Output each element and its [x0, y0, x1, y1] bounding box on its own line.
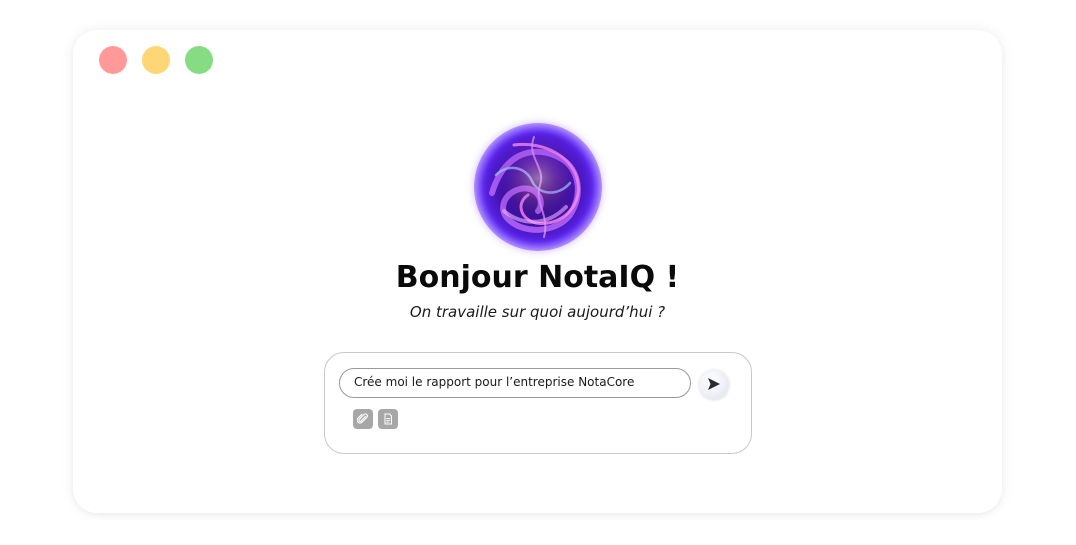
- paperclip-icon: [357, 413, 368, 424]
- page-subtitle: On travaille sur quoi aujourd’hui ?: [409, 303, 666, 321]
- minimize-window-button[interactable]: [142, 46, 170, 74]
- prompt-input[interactable]: Crée moi le rapport pour l’entreprise No…: [339, 368, 691, 398]
- send-arrow-icon: [708, 378, 720, 390]
- document-icon: [384, 413, 392, 425]
- page-title: Bonjour NotaIQ !: [395, 260, 680, 295]
- plasma-orb-icon: [474, 123, 602, 251]
- send-button[interactable]: [699, 369, 729, 399]
- attach-button[interactable]: [353, 409, 373, 429]
- chat-composer: Crée moi le rapport pour l’entreprise No…: [324, 352, 752, 454]
- window-controls: [99, 46, 213, 74]
- document-button[interactable]: [378, 409, 398, 429]
- composer-tools: [353, 409, 398, 429]
- maximize-window-button[interactable]: [185, 46, 213, 74]
- app-window: Bonjour NotaIQ ! On travaille sur quoi a…: [73, 30, 1002, 513]
- close-window-button[interactable]: [99, 46, 127, 74]
